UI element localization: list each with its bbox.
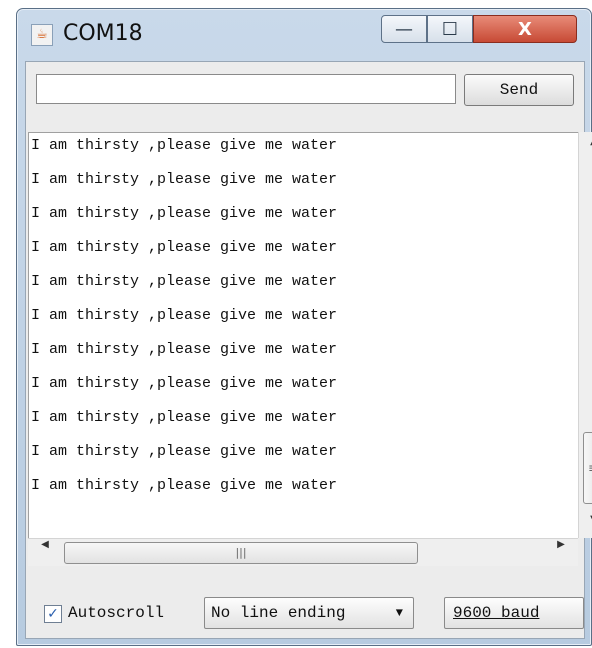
serial-output[interactable]: I am thirsty ,please give me water I am … bbox=[28, 132, 578, 538]
baud-rate-select[interactable]: 9600 baud bbox=[444, 597, 584, 629]
output-line: I am thirsty ,please give me water bbox=[31, 307, 338, 324]
output-line: I am thirsty ,please give me water bbox=[31, 137, 338, 154]
send-input[interactable] bbox=[36, 74, 456, 104]
scroll-left-icon[interactable]: ◀ bbox=[32, 539, 58, 567]
output-line: I am thirsty ,please give me water bbox=[31, 171, 338, 188]
vertical-scrollbar[interactable]: ▲ ≡ ▼ bbox=[578, 132, 592, 538]
scroll-down-icon[interactable]: ▼ bbox=[579, 514, 592, 538]
vertical-scroll-thumb[interactable]: ≡ bbox=[583, 432, 592, 504]
scroll-right-icon[interactable]: ▶ bbox=[548, 539, 574, 567]
window-content: Send I am thirsty ,please give me water … bbox=[25, 61, 592, 642]
serial-monitor-window: ☕ COM18 — ☐ X Send I am thirsty ,please … bbox=[16, 8, 592, 646]
title-bar[interactable]: ☕ COM18 — ☐ X bbox=[17, 9, 591, 57]
minimize-button[interactable]: — bbox=[381, 15, 427, 43]
output-line: I am thirsty ,please give me water bbox=[31, 205, 338, 222]
output-line: I am thirsty ,please give me water bbox=[31, 443, 338, 460]
bottom-bar: ✓ Autoscroll No line ending ▼ 9600 baud bbox=[26, 582, 584, 642]
maximize-button[interactable]: ☐ bbox=[427, 15, 473, 43]
autoscroll-label: Autoscroll bbox=[68, 604, 165, 622]
output-line: I am thirsty ,please give me water bbox=[31, 273, 338, 290]
output-line: I am thirsty ,please give me water bbox=[31, 409, 338, 426]
baud-rate-value: 9600 baud bbox=[453, 604, 540, 622]
line-ending-select[interactable]: No line ending ▼ bbox=[204, 597, 414, 629]
send-button[interactable]: Send bbox=[464, 74, 574, 106]
java-icon: ☕ bbox=[31, 24, 53, 46]
output-line: I am thirsty ,please give me water bbox=[31, 477, 338, 494]
output-lines: I am thirsty ,please give me water I am … bbox=[31, 137, 548, 511]
scroll-up-icon[interactable]: ▲ bbox=[579, 136, 592, 160]
autoscroll-checkbox[interactable]: ✓ bbox=[44, 605, 62, 623]
output-line: I am thirsty ,please give me water bbox=[31, 375, 338, 392]
close-button[interactable]: X bbox=[473, 15, 577, 43]
line-ending-value: No line ending bbox=[211, 604, 346, 622]
horizontal-scrollbar[interactable]: ◀ ||| ▶ bbox=[28, 538, 578, 566]
horizontal-scroll-thumb[interactable]: ||| bbox=[64, 542, 418, 564]
output-line: I am thirsty ,please give me water bbox=[31, 341, 338, 358]
window-title: COM18 bbox=[63, 21, 143, 46]
output-line: I am thirsty ,please give me water bbox=[31, 239, 338, 256]
chevron-down-icon: ▼ bbox=[395, 606, 403, 620]
